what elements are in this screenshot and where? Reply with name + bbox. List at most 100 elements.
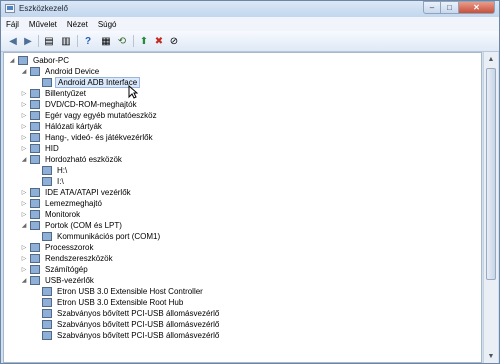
collapse-icon[interactable]: ◢	[20, 156, 28, 164]
portable-drive-icon	[42, 177, 52, 186]
tree-label: USB-vezérlők	[45, 276, 94, 285]
collapse-icon[interactable]: ◢	[20, 68, 28, 76]
expand-icon[interactable]: ▷	[20, 90, 28, 98]
tree-node[interactable]: H:\	[32, 165, 69, 176]
tree-node[interactable]: ▷ Monitorok	[20, 209, 82, 220]
expand-icon[interactable]: ▷	[20, 211, 28, 219]
tree-node[interactable]: ▷ HID	[20, 143, 61, 154]
expander	[32, 288, 40, 296]
expander	[32, 321, 40, 329]
toolbar-separator	[77, 35, 78, 47]
expand-icon[interactable]: ▷	[20, 200, 28, 208]
expand-icon[interactable]: ▷	[20, 123, 28, 131]
tree-label: Processzorok	[45, 243, 94, 252]
port-icon	[30, 221, 40, 230]
menu-file[interactable]: Fájl	[1, 20, 24, 29]
tree-node[interactable]: Kommunikációs port (COM1)	[32, 231, 162, 242]
tree-label: Számítógép	[45, 265, 88, 274]
tree-node[interactable]: ▷ Hang-, videó- és játékvezérlők	[20, 132, 155, 143]
tree-node[interactable]: ▷ Processzorok	[20, 242, 95, 253]
tree-label: Hordozható eszközök	[45, 155, 122, 164]
help-icon[interactable]: ?	[81, 34, 95, 48]
android-device-icon	[30, 67, 40, 76]
tree-node[interactable]: Szabványos bővített PCI-USB állomásvezér…	[32, 330, 221, 341]
window-controls: – □ ✕	[423, 1, 495, 15]
title-bar: Eszközkezelő – □ ✕	[1, 1, 499, 17]
scroll-up-icon[interactable]: ▲	[485, 53, 497, 65]
menu-bar: Fájl Művelet Nézet Súgó	[1, 17, 499, 31]
ide-controller-icon	[30, 188, 40, 197]
tree-node[interactable]: ▷ Lemezmeghajtó	[20, 198, 104, 209]
tree-label: H:\	[57, 166, 68, 175]
menu-action[interactable]: Művelet	[24, 20, 62, 29]
tree-node[interactable]: ▷ Egér vagy egyéb mutatóeszköz	[20, 110, 159, 121]
forward-icon[interactable]: ▶	[21, 34, 35, 48]
usb-device-icon	[42, 309, 52, 318]
tree-node[interactable]: ◢ Portok (COM és LPT)	[20, 220, 124, 231]
tree-node[interactable]: ◢ USB-vezérlők	[20, 275, 96, 286]
expander	[32, 79, 40, 87]
scan-hardware-icon[interactable]: ⟲	[115, 34, 129, 48]
device-manager-window: Eszközkezelő – □ ✕ Fájl Művelet Nézet Sú…	[0, 0, 500, 364]
expand-icon[interactable]: ▷	[20, 255, 28, 263]
tree-node[interactable]: ▷ Számítógép	[20, 264, 90, 275]
tree-node[interactable]: ◢ Hordozható eszközök	[20, 154, 124, 165]
disable-icon[interactable]: ⊘	[167, 34, 181, 48]
view-icon[interactable]: ▦	[99, 34, 113, 48]
expander	[32, 310, 40, 318]
collapse-icon[interactable]: ◢	[20, 222, 28, 230]
maximize-button[interactable]: □	[441, 1, 459, 14]
device-tree: ◢ Gabor-PC ◢ Android Device Android ADB …	[3, 52, 482, 363]
tree-node[interactable]: ◢ Android Device	[20, 66, 101, 77]
usb-controller-icon	[30, 276, 40, 285]
expand-icon[interactable]: ▷	[20, 112, 28, 120]
tree-label: Kommunikációs port (COM1)	[57, 232, 161, 241]
tree-label: Portok (COM és LPT)	[45, 221, 122, 230]
expand-icon[interactable]: ▷	[20, 101, 28, 109]
tree-node[interactable]: I:\	[32, 176, 66, 187]
monitor-icon	[30, 210, 40, 219]
tree-node[interactable]: ▷ IDE ATA/ATAPI vezérlők	[20, 187, 133, 198]
tree-label: Monitorok	[45, 210, 81, 219]
hid-icon	[30, 144, 40, 153]
usb-device-icon	[42, 298, 52, 307]
expand-icon[interactable]: ▷	[20, 189, 28, 197]
system-device-icon	[30, 254, 40, 263]
scroll-down-icon[interactable]: ▼	[485, 350, 497, 362]
close-button[interactable]: ✕	[459, 1, 495, 14]
tree-node[interactable]: ▷ DVD/CD-ROM-meghajtók	[20, 99, 139, 110]
uninstall-icon[interactable]: ✖	[152, 34, 166, 48]
collapse-icon[interactable]: ◢	[20, 277, 28, 285]
tree-node[interactable]: ◢ Gabor-PC	[8, 55, 71, 66]
tree-node[interactable]: ▷ Billentyűzet	[20, 88, 88, 99]
expand-icon[interactable]: ▷	[20, 266, 28, 274]
update-driver-icon[interactable]: ⬆	[137, 34, 151, 48]
disk-drive-icon	[30, 199, 40, 208]
expand-icon[interactable]: ▷	[20, 134, 28, 142]
tree-node[interactable]: Etron USB 3.0 Extensible Host Controller	[32, 286, 205, 297]
expand-icon[interactable]: ▷	[20, 145, 28, 153]
minimize-button[interactable]: –	[423, 1, 441, 14]
collapse-icon[interactable]: ◢	[8, 57, 16, 65]
tree-node[interactable]: Szabványos bővített PCI-USB állomásvezér…	[32, 319, 221, 330]
list-icon[interactable]: ▥	[59, 34, 73, 48]
window-title: Eszközkezelő	[19, 4, 68, 13]
tree-label: Billentyűzet	[45, 89, 86, 98]
back-icon[interactable]: ◀	[6, 34, 20, 48]
com-port-icon	[42, 232, 52, 241]
portable-drive-icon	[42, 166, 52, 175]
usb-device-icon	[42, 320, 52, 329]
tree-node[interactable]: ▷ Rendszereszközök	[20, 253, 115, 264]
properties-icon[interactable]: ▤	[42, 34, 56, 48]
tree-node[interactable]: ▷ Hálózati kártyák	[20, 121, 104, 132]
tree-node[interactable]: Szabványos bővített PCI-USB állomásvezér…	[32, 308, 221, 319]
tree-label: Szabványos bővített PCI-USB állomásvezér…	[57, 309, 220, 318]
tree-node-selected[interactable]: Android ADB Interface	[32, 77, 141, 88]
scrollbar-thumb[interactable]	[486, 68, 496, 280]
tree-node[interactable]: Etron USB 3.0 Extensible Root Hub	[32, 297, 185, 308]
menu-view[interactable]: Nézet	[62, 20, 93, 29]
expand-icon[interactable]: ▷	[20, 244, 28, 252]
tree-label: Etron USB 3.0 Extensible Root Hub	[57, 298, 184, 307]
vertical-scrollbar[interactable]: ▲ ▼	[483, 52, 498, 363]
menu-help[interactable]: Súgó	[93, 20, 122, 29]
